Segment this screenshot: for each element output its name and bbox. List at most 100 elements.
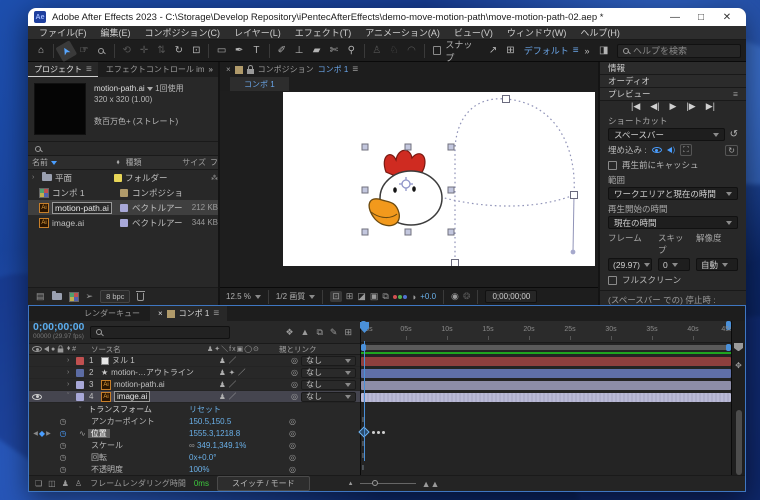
tangent-handle[interactable] <box>573 195 574 252</box>
path-keyframe-top[interactable] <box>503 96 510 103</box>
layer-visibility-icon[interactable] <box>32 394 42 400</box>
roto-brush-tool-icon[interactable]: ✄ <box>326 43 342 59</box>
graph-editor-icon[interactable]: ⊞ <box>344 327 352 338</box>
previous-frame-button[interactable]: ◀| <box>650 101 659 112</box>
menu-help[interactable]: ヘルプ(H) <box>573 26 627 39</box>
panel-menu-icon[interactable]: ≡ <box>86 64 92 75</box>
loop-icon[interactable]: ↻ <box>725 145 738 156</box>
quality-switch-icon[interactable]: ／ <box>229 355 237 366</box>
parent-dropdown[interactable]: なし <box>301 356 356 366</box>
tab-overflow-icon[interactable]: » <box>209 65 213 74</box>
label-chip[interactable] <box>120 204 128 212</box>
transform-group-row[interactable]: ˇ トランスフォーム リセット <box>29 403 360 415</box>
exposure-icon[interactable]: ◑ <box>411 292 416 302</box>
col-kind-label[interactable]: 種類 <box>126 157 175 168</box>
keyframe-toggle-icon[interactable]: ◆ <box>39 429 45 438</box>
zoom-out-mountain-icon[interactable]: ▲ <box>348 481 354 487</box>
title-bar[interactable]: Ae Adobe After Effects 2023 - C:\Storage… <box>28 8 746 26</box>
switches-column-icons[interactable]: ♟✦＼fx▣◯⊙ <box>207 344 279 354</box>
channel-icon[interactable] <box>393 295 407 299</box>
view-options-icon[interactable]: ⊡ <box>330 291 342 302</box>
panel-menu-icon[interactable]: ≡ <box>213 308 219 319</box>
lock-column-icon[interactable] <box>58 349 64 353</box>
draft-3d-icon[interactable]: ▲ <box>301 327 310 338</box>
tab-effect-controls[interactable]: エフェクトコントロール image.ai <box>98 64 204 75</box>
bit-depth-button[interactable]: 8 bpc <box>100 290 130 303</box>
timeline-search-box[interactable] <box>90 326 230 339</box>
tab-timeline-comp1[interactable]: × コンポ 1 ≡ <box>150 306 227 321</box>
shortcut-dropdown[interactable]: スペースバー <box>608 128 725 141</box>
mask-toggle-icon[interactable]: ◪ <box>357 291 366 302</box>
overflow-chevrons-icon[interactable]: » <box>585 46 590 56</box>
menu-layer[interactable]: レイヤー(L) <box>227 26 288 39</box>
twisty-icon[interactable]: ˇ <box>79 407 86 414</box>
video-include-icon[interactable] <box>652 147 662 153</box>
layer-bar-image-selected[interactable] <box>361 391 731 403</box>
resolution-dropdown-preview[interactable]: 自動 <box>696 258 738 271</box>
stopwatch-icon[interactable]: ◷ <box>55 417 71 426</box>
overlays-include-icon[interactable]: ⛶ <box>680 144 692 156</box>
project-row-folder[interactable]: › 平面 フォルダー ⁂ <box>28 170 218 185</box>
layer-bar-outline[interactable] <box>361 367 731 379</box>
skip-dropdown[interactable]: 0 <box>658 258 690 271</box>
twisty-icon[interactable]: › <box>67 381 74 388</box>
solo-column-icon[interactable]: ● <box>51 346 55 353</box>
chevron-down-icon[interactable] <box>147 87 153 91</box>
graph-icon[interactable]: ∿ <box>79 429 86 438</box>
magnification-dropdown[interactable]: 12.5 % <box>226 292 261 301</box>
workspace-menu-icon[interactable]: ≡ <box>573 45 579 56</box>
parent-dropdown[interactable]: なし <box>301 368 356 378</box>
scale-value[interactable]: 349.1,349.1% <box>197 441 246 450</box>
exposure-value[interactable]: +0.0 <box>420 292 436 301</box>
snap-toggle[interactable]: スナップ <box>433 38 480 64</box>
number-column-label[interactable]: # <box>72 346 76 353</box>
anchor-point-row[interactable]: ◷ アンカーポイント 150.5,150.5 ◎ <box>29 415 360 427</box>
minimize-button[interactable]: — <box>662 12 688 23</box>
timeline-vertical-scrollbar[interactable]: ✥ <box>731 321 745 475</box>
play-button[interactable]: ▶ <box>670 101 677 112</box>
first-frame-button[interactable]: |◀ <box>631 101 640 112</box>
clone-stamp-tool-icon[interactable]: ⊥ <box>291 43 307 59</box>
quality-switch-icon[interactable]: ／ <box>229 391 237 402</box>
layer-row-3[interactable]: › 3 Aimotion-path.ai ♟／ ◎ なし <box>29 379 360 391</box>
shy-switch-icon[interactable]: ♟ <box>219 392 226 401</box>
twisty-icon[interactable]: › <box>67 357 74 364</box>
new-folder-icon[interactable] <box>52 293 62 300</box>
snapshot-camera-icon[interactable]: ◉ <box>451 291 459 302</box>
pickwhip-icon[interactable]: ◎ <box>291 380 298 389</box>
rectangle-tool-icon[interactable]: ▭ <box>213 43 229 59</box>
motion-blur-icon[interactable]: ✎ <box>330 327 338 338</box>
panel-layout-icon[interactable]: ◨ <box>596 43 612 59</box>
position-keyframe-lane[interactable] <box>361 427 731 439</box>
panel-menu-icon[interactable]: ≡ <box>352 64 358 75</box>
expand-layers-icon[interactable]: ❏ <box>35 479 42 488</box>
resolution-dropdown[interactable]: 1/2 画質 <box>276 291 315 302</box>
playhead-line[interactable] <box>364 341 365 461</box>
label-chip[interactable] <box>114 174 122 182</box>
label-chip[interactable] <box>120 189 128 197</box>
audio-include-icon[interactable]: ) <box>667 147 675 154</box>
twisty-icon[interactable]: › <box>67 369 74 376</box>
layer-row-4-selected[interactable]: ˇ 4 Aiimage.ai ♟／ ◎ なし <box>29 391 360 403</box>
menu-composition[interactable]: コンポジション(C) <box>138 26 228 39</box>
puppet-starch-icon[interactable]: ♘ <box>386 43 402 59</box>
shy-footer-icon[interactable]: ◫ <box>48 479 56 488</box>
comp-current-time[interactable]: 0;00;00;00 <box>485 290 537 303</box>
prev-keyframe-icon[interactable]: ◀ <box>33 430 38 437</box>
selection-tool-icon[interactable]: ➤ <box>56 39 78 61</box>
info-panel-header[interactable]: 情報 <box>600 62 746 75</box>
stopwatch-icon-active[interactable]: ◷ <box>55 429 71 438</box>
col-size-label[interactable]: サイズ <box>174 157 206 168</box>
puppet-pin-tool-icon[interactable]: ⚲ <box>343 43 359 59</box>
panel-menu-icon[interactable]: ≡ <box>733 89 738 99</box>
new-composition-icon[interactable] <box>69 292 79 302</box>
pen-tool-icon[interactable]: ✒ <box>231 43 247 59</box>
fullscreen-checkbox[interactable] <box>608 276 617 285</box>
reset-link[interactable]: リセット <box>189 404 289 415</box>
parent-dropdown[interactable]: なし <box>301 380 356 390</box>
reset-icon[interactable]: ↺ <box>730 129 738 140</box>
puppet-overlap-icon[interactable]: ♙ <box>368 43 384 59</box>
menu-window[interactable]: ウィンドウ(W) <box>500 26 574 39</box>
interpret-footage-icon[interactable]: ▤ <box>36 291 45 302</box>
viewer-tab-comp1[interactable]: コンポ 1 <box>230 77 289 91</box>
